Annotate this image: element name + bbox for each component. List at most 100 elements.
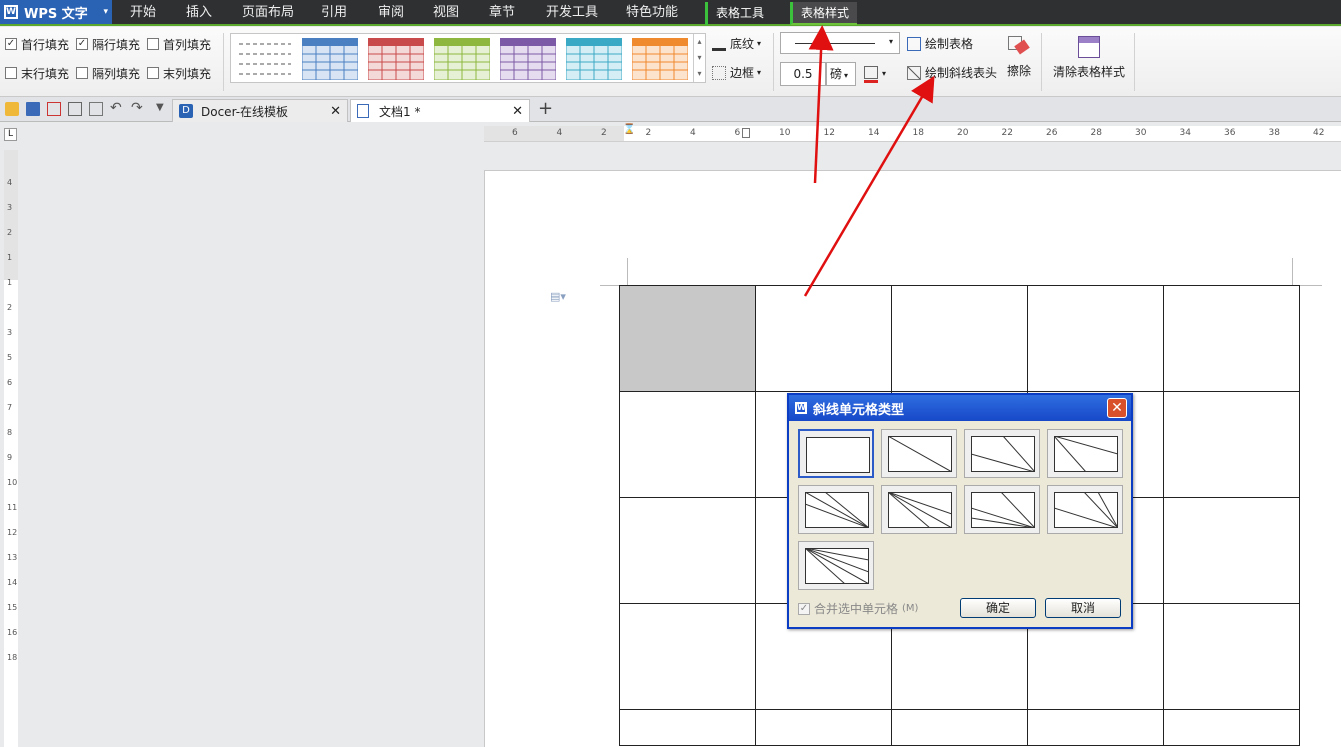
- ruler-number: 28: [1090, 128, 1102, 138]
- checkbox-last-col[interactable]: 末列填充: [147, 65, 211, 81]
- menu-special[interactable]: 特色功能: [626, 0, 678, 25]
- export-pdf-icon[interactable]: [47, 102, 61, 116]
- table-cell[interactable]: [1027, 285, 1164, 392]
- table-cell[interactable]: [619, 603, 756, 710]
- new-tab-plus-icon[interactable]: +: [538, 98, 553, 119]
- table-cell[interactable]: [755, 709, 892, 746]
- style-swatch-orange[interactable]: [631, 37, 689, 81]
- tab-table-style[interactable]: 表格样式: [790, 2, 858, 25]
- table-row: [619, 285, 1300, 392]
- checkbox-banded-rows[interactable]: ✓ 隔行填充: [76, 36, 140, 52]
- ruler-number: 2: [7, 303, 13, 312]
- table-cell[interactable]: [1163, 391, 1300, 498]
- style-swatch-plain[interactable]: [237, 38, 293, 80]
- pen-color-button[interactable]: ▾: [862, 66, 890, 84]
- undo-icon[interactable]: ↶: [110, 100, 122, 116]
- diagonal-option-2[interactable]: [964, 429, 1040, 478]
- diagonal-option-1[interactable]: [881, 429, 957, 478]
- tab-docer[interactable]: D Docer-在线模板 ✕: [172, 99, 348, 122]
- table-cell[interactable]: [1163, 497, 1300, 604]
- dialog-titlebar[interactable]: W 斜线单元格类型: [789, 395, 1131, 421]
- border-button[interactable]: 边框 ▾: [712, 64, 761, 81]
- checkbox-first-col[interactable]: 首列填充: [147, 36, 211, 52]
- diagonal-preview: [1054, 492, 1118, 528]
- margin-corner: [627, 258, 628, 286]
- table-cell[interactable]: [619, 391, 756, 498]
- paragraph-menu-icon[interactable]: ▤▾: [550, 290, 566, 303]
- style-swatch-red[interactable]: [367, 37, 425, 81]
- table-cell[interactable]: [1163, 709, 1300, 746]
- diagonal-option-none[interactable]: [798, 429, 874, 478]
- ruler-number: 11: [7, 503, 18, 512]
- close-icon[interactable]: ✕: [330, 104, 341, 119]
- border-icon: [712, 65, 726, 80]
- menu-insert[interactable]: 插入: [186, 0, 212, 25]
- erase-button[interactable]: 擦除: [1004, 32, 1034, 92]
- indent-marker-icon[interactable]: ⌛: [623, 124, 635, 135]
- draw-table-label: 绘制表格: [925, 37, 974, 51]
- style-swatch-cyan[interactable]: [565, 37, 623, 81]
- menu-page-layout[interactable]: 页面布局: [242, 0, 294, 25]
- checkbox-banded-cols[interactable]: 隔列填充: [76, 65, 140, 81]
- table-cell-selected[interactable]: [619, 285, 756, 392]
- table-cell[interactable]: [1163, 285, 1300, 392]
- vertical-ruler: 4 3 2 1 1 2 3 5 6 7 8 9 10 11 12 13 14 15 16 18: [4, 150, 18, 747]
- table-cell[interactable]: [1163, 603, 1300, 710]
- ruler-number: 4: [7, 178, 13, 187]
- ruler-number: 26: [1046, 128, 1058, 138]
- chevron-down-icon: ▾: [882, 69, 887, 78]
- print-icon[interactable]: [68, 102, 82, 116]
- draw-diagonal-header-button[interactable]: 绘制斜线表头: [907, 64, 997, 81]
- tab-stop-selector[interactable]: L: [4, 128, 17, 141]
- paint-bucket-icon: [712, 37, 726, 51]
- app-menu-button[interactable]: W WPS 文字 ▾: [0, 0, 112, 24]
- table-cell[interactable]: [755, 285, 892, 392]
- ruler-number: 16: [7, 628, 18, 637]
- line-width-input[interactable]: 0.5: [780, 62, 826, 86]
- draw-table-button[interactable]: 绘制表格: [907, 35, 973, 52]
- close-icon[interactable]: ✕: [512, 104, 523, 119]
- diagonal-preview: [971, 492, 1035, 528]
- diagonal-option-8[interactable]: [798, 541, 874, 590]
- ruler-number: 6: [7, 378, 13, 387]
- close-icon[interactable]: ✕: [1107, 398, 1127, 418]
- tab-document1[interactable]: 文档1 * ✕: [350, 99, 530, 122]
- table-cell[interactable]: [891, 709, 1028, 746]
- menu-developer[interactable]: 开发工具: [546, 0, 598, 25]
- ok-button[interactable]: 确定: [960, 598, 1036, 618]
- print-preview-icon[interactable]: [89, 102, 103, 116]
- diagonal-option-5[interactable]: [881, 485, 957, 534]
- table-cell[interactable]: [619, 497, 756, 604]
- style-swatch-green[interactable]: [433, 37, 491, 81]
- table-cell[interactable]: [891, 285, 1028, 392]
- redo-icon[interactable]: ↷: [131, 100, 143, 116]
- unit-select[interactable]: 磅 ▾: [826, 62, 856, 86]
- style-swatch-purple[interactable]: [499, 37, 557, 81]
- diagonal-option-6[interactable]: [964, 485, 1040, 534]
- cancel-button[interactable]: 取消: [1045, 598, 1121, 618]
- open-folder-icon[interactable]: [5, 102, 19, 116]
- tab-marker-icon[interactable]: [742, 128, 750, 138]
- diagonal-option-3[interactable]: [1047, 429, 1123, 478]
- menu-references[interactable]: 引用: [321, 0, 347, 25]
- clear-table-style-button[interactable]: 清除表格样式: [1048, 32, 1130, 92]
- table-cell[interactable]: [1027, 709, 1164, 746]
- checkbox-last-row[interactable]: 末行填充: [5, 65, 69, 81]
- menu-review[interactable]: 审阅: [378, 0, 404, 25]
- quick-access-dropdown-icon[interactable]: ▼: [156, 102, 164, 113]
- merge-cells-checkbox[interactable]: ✓ 合并选中单元格 (M): [798, 600, 918, 617]
- diagonal-option-4[interactable]: [798, 485, 874, 534]
- checkbox-first-row[interactable]: ✓ 首行填充: [5, 36, 69, 52]
- diagonal-option-7[interactable]: [1047, 485, 1123, 534]
- save-icon[interactable]: [26, 102, 40, 116]
- tab-table-tools[interactable]: 表格工具: [705, 2, 772, 25]
- menu-view[interactable]: 视图: [433, 0, 459, 25]
- menu-home[interactable]: 开始: [130, 0, 156, 25]
- style-swatch-blue[interactable]: [301, 37, 359, 81]
- shading-button[interactable]: 底纹 ▾: [712, 35, 761, 52]
- divider: [223, 33, 224, 91]
- table-cell[interactable]: [619, 709, 756, 746]
- line-style-select[interactable]: ▾: [780, 32, 900, 54]
- gallery-scroll[interactable]: ▴ ▾ ▾: [693, 34, 705, 82]
- menu-chapter[interactable]: 章节: [489, 0, 515, 25]
